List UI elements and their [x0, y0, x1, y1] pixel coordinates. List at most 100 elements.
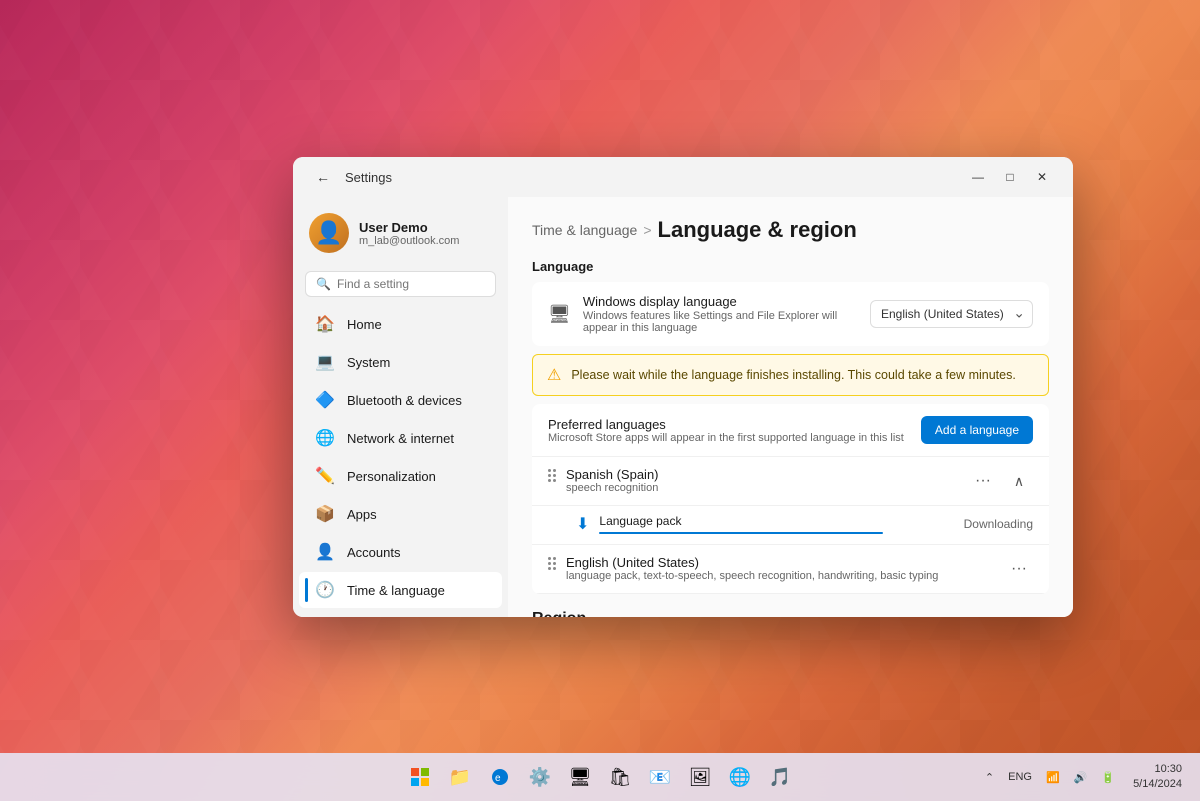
settings-window: ← Settings — □ ✕ 👤 User Demo m_lab@outlo…	[293, 157, 1073, 617]
user-email: m_lab@outlook.com	[359, 235, 459, 247]
more-options-button[interactable]: ···	[969, 467, 997, 495]
apps-icon: 📦	[315, 504, 335, 524]
search-input[interactable]	[337, 277, 492, 291]
sidebar-item-apps[interactable]: 📦 Apps	[299, 496, 502, 532]
sidebar-item-label: Home	[347, 317, 382, 332]
chrome-taskbar[interactable]: 🌐	[722, 759, 758, 795]
maximize-button[interactable]: □	[995, 162, 1025, 192]
display-language-select[interactable]: English (United States) Spanish (Spain)	[870, 300, 1033, 328]
list-item: English (United States) language pack, t…	[532, 545, 1049, 594]
breadcrumb-current: Language & region	[658, 217, 857, 243]
list-item: Spanish (Spain) speech recognition ··· ∧	[532, 457, 1049, 506]
sidebar-item-label: Personalization	[347, 469, 436, 484]
window-title: Settings	[345, 170, 392, 185]
sidebar-item-network[interactable]: 🌐 Network & internet	[299, 420, 502, 456]
start-button[interactable]	[402, 759, 438, 795]
settings-taskbar[interactable]: ⚙️	[522, 759, 558, 795]
browser-edge-taskbar[interactable]: e	[482, 759, 518, 795]
time-icon: 🕐	[315, 580, 335, 600]
main-content: Time & language > Language & region Lang…	[508, 197, 1073, 617]
search-box[interactable]: 🔍	[305, 271, 496, 297]
warning-icon: ⚠	[547, 365, 561, 385]
avatar: 👤	[309, 213, 349, 253]
sidebar-item-bluetooth[interactable]: 🔷 Bluetooth & devices	[299, 382, 502, 418]
time: 10:30	[1133, 762, 1182, 777]
preferred-languages-header: Preferred languages Microsoft Store apps…	[532, 404, 1049, 457]
download-progress-bar	[599, 532, 882, 534]
sidebar-item-label: Time & language	[347, 583, 445, 598]
language-desc: language pack, text-to-speech, speech re…	[566, 570, 995, 582]
battery-icon[interactable]: 🔋	[1095, 767, 1121, 788]
volume-icon[interactable]: 🔊	[1068, 767, 1094, 788]
warning-text: Please wait while the language finishes …	[571, 368, 1015, 382]
taskbar-right: ⌃ ENG 📶 🔊 🔋 10:30 5/14/2024	[979, 760, 1188, 795]
sidebar-item-personalization[interactable]: ✏️ Personalization	[299, 458, 502, 494]
keyboard-indicator[interactable]: ENG	[1002, 767, 1038, 787]
download-icon: ⬇	[576, 514, 589, 534]
tray-chevron[interactable]: ⌃	[979, 767, 1000, 788]
language-desc: speech recognition	[566, 482, 959, 494]
home-icon: 🏠	[315, 314, 335, 334]
network-icon: 🌐	[315, 428, 335, 448]
breadcrumb-separator: >	[643, 222, 651, 238]
close-button[interactable]: ✕	[1027, 162, 1057, 192]
mail-taskbar[interactable]: 📧	[642, 759, 678, 795]
back-button[interactable]: ←	[309, 163, 337, 191]
breadcrumb: Time & language > Language & region	[532, 217, 1049, 243]
personalization-icon: ✏️	[315, 466, 335, 486]
photos-taskbar[interactable]: 🖼	[682, 759, 718, 795]
sidebar-item-label: Network & internet	[347, 431, 454, 446]
download-label: Language pack	[599, 514, 953, 528]
language-name: English (United States)	[566, 555, 995, 570]
music-taskbar[interactable]: 🎵	[762, 759, 798, 795]
taskbar-center: 📁 e ⚙️ 🖥 🛍 📧 🖼 🌐 🎵	[402, 759, 798, 795]
sidebar-item-gaming[interactable]: 🎮 Gaming	[299, 610, 502, 617]
terminal-taskbar[interactable]: 🖥	[562, 759, 598, 795]
sidebar-item-label: System	[347, 355, 390, 370]
sidebar-item-label: Apps	[347, 507, 377, 522]
breadcrumb-parent[interactable]: Time & language	[532, 222, 637, 238]
collapse-button[interactable]: ∧	[1005, 467, 1033, 495]
sidebar-item-home[interactable]: 🏠 Home	[299, 306, 502, 342]
taskbar: 📁 e ⚙️ 🖥 🛍 📧 🖼 🌐 🎵 ⌃ ENG 📶 🔊 🔋 10:30 5/1…	[0, 753, 1200, 801]
preferred-languages-subtitle: Microsoft Store apps will appear in the …	[548, 432, 921, 444]
sidebar-item-label: Accounts	[347, 545, 400, 560]
download-row: ⬇ Language pack Downloading	[532, 506, 1049, 545]
store-taskbar[interactable]: 🛍	[602, 759, 638, 795]
sidebar-item-system[interactable]: 💻 System	[299, 344, 502, 380]
search-icon: 🔍	[316, 277, 331, 291]
language-section-title: Language	[532, 259, 1049, 274]
add-language-button[interactable]: Add a language	[921, 416, 1033, 444]
bluetooth-icon: 🔷	[315, 390, 335, 410]
network-tray-icon[interactable]: 📶	[1040, 767, 1066, 788]
display-language-card: 🖥 Windows display language Windows featu…	[532, 282, 1049, 346]
file-explorer-taskbar[interactable]: 📁	[442, 759, 478, 795]
more-options-button[interactable]: ···	[1005, 555, 1033, 583]
drag-handle[interactable]	[548, 467, 556, 482]
preferred-languages-card: Preferred languages Microsoft Store apps…	[532, 404, 1049, 594]
svg-text:e: e	[495, 773, 501, 784]
date: 5/14/2024	[1133, 777, 1182, 792]
clock[interactable]: 10:30 5/14/2024	[1127, 760, 1188, 795]
drag-handle[interactable]	[548, 555, 556, 570]
sidebar-item-label: Bluetooth & devices	[347, 393, 462, 408]
sidebar-item-time[interactable]: 🕐 Time & language	[299, 572, 502, 608]
display-language-subtitle: Windows features like Settings and File …	[583, 310, 858, 334]
preferred-languages-title: Preferred languages	[548, 417, 921, 432]
window-controls: — □ ✕	[963, 162, 1057, 192]
title-bar: ← Settings — □ ✕	[293, 157, 1073, 197]
display-language-select-wrapper[interactable]: English (United States) Spanish (Spain)	[870, 300, 1033, 328]
system-tray: ⌃ ENG 📶 🔊 🔋	[979, 767, 1121, 788]
accounts-icon: 👤	[315, 542, 335, 562]
download-status: Downloading	[964, 517, 1033, 531]
warning-banner: ⚠ Please wait while the language finishe…	[532, 354, 1049, 396]
minimize-button[interactable]: —	[963, 162, 993, 192]
display-language-title: Windows display language	[583, 294, 858, 309]
system-icon: 💻	[315, 352, 335, 372]
sidebar-item-accounts[interactable]: 👤 Accounts	[299, 534, 502, 570]
window-content: 👤 User Demo m_lab@outlook.com 🔍 🏠 Home 💻…	[293, 197, 1073, 617]
language-name: Spanish (Spain)	[566, 467, 959, 482]
edge-icon: e	[491, 768, 509, 786]
display-language-row: 🖥 Windows display language Windows featu…	[532, 282, 1049, 346]
user-profile[interactable]: 👤 User Demo m_lab@outlook.com	[293, 205, 508, 267]
